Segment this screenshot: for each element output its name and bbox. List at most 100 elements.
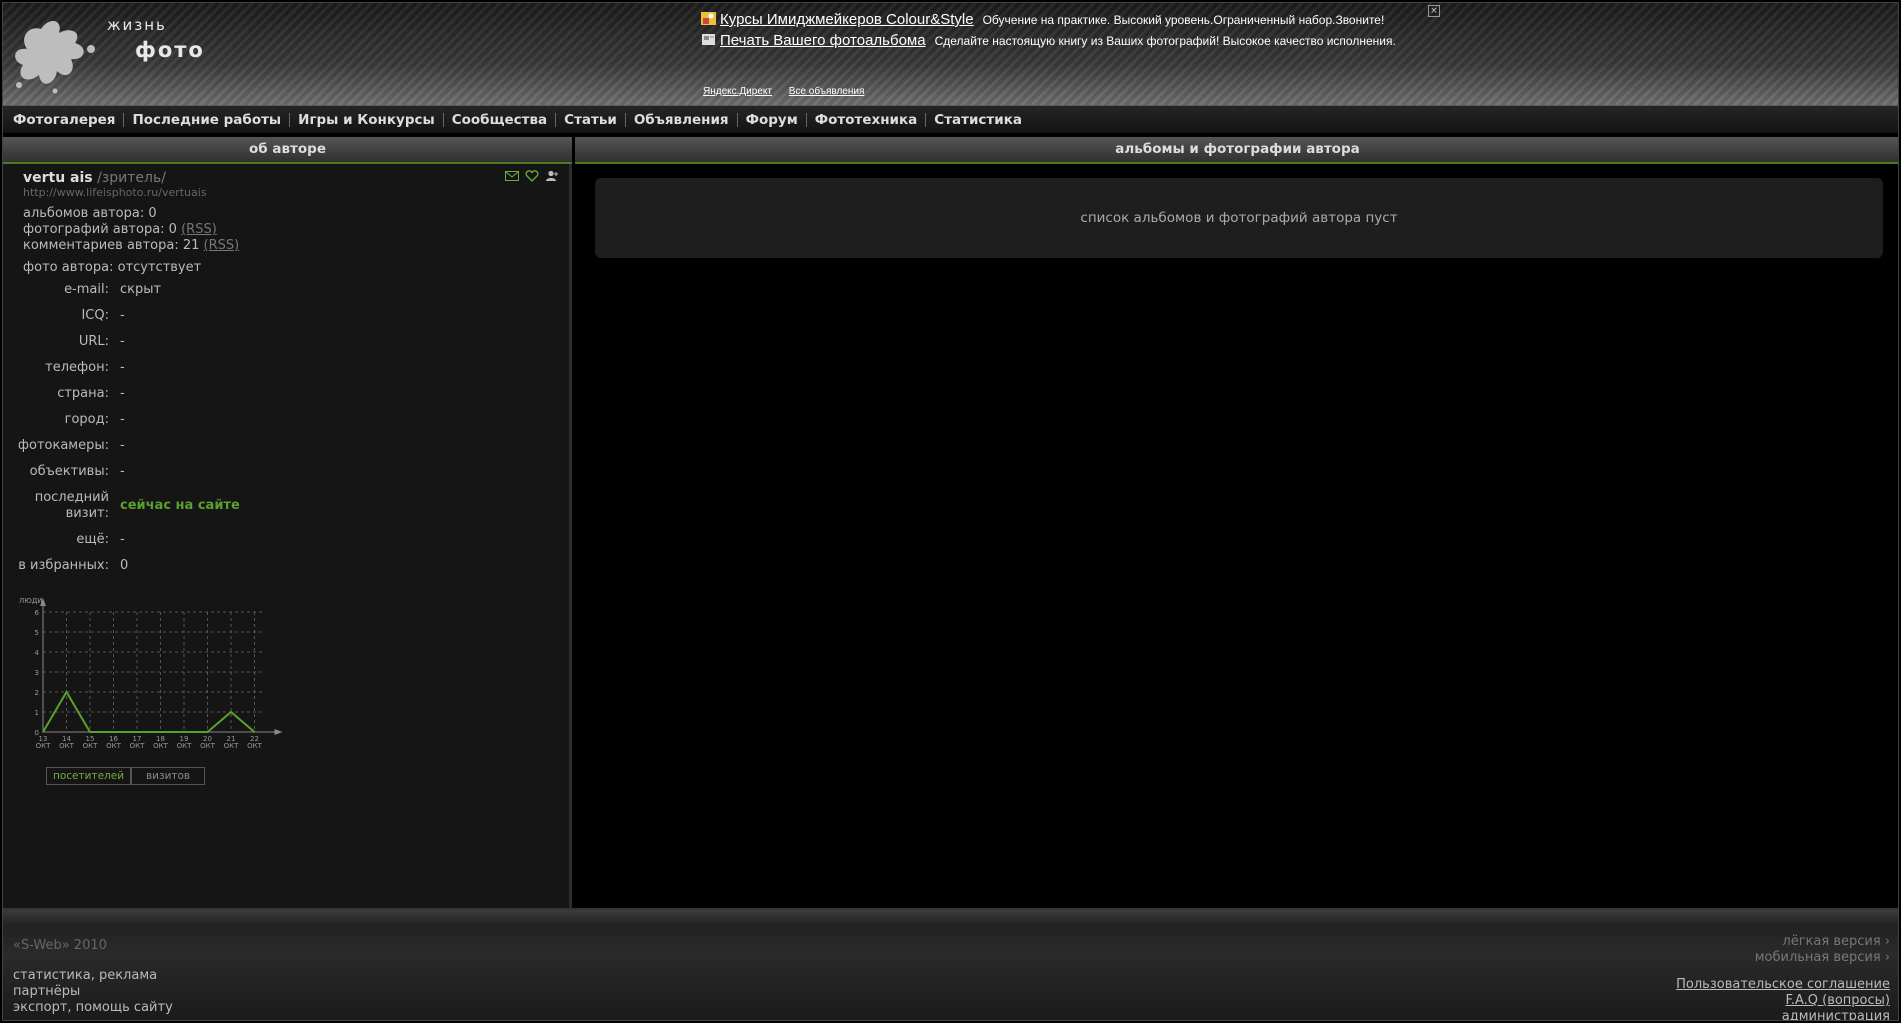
data-point xyxy=(159,731,162,733)
comments-count: комментариев автора: 21 xyxy=(23,238,200,253)
comments-rss-link[interactable]: (RSS) xyxy=(204,238,240,253)
field-label: последний визит: xyxy=(34,490,109,521)
nav-item-articles[interactable]: Статьи xyxy=(564,112,617,128)
tab-visitors[interactable]: посетителей xyxy=(46,767,132,785)
field-label: URL: xyxy=(78,334,109,349)
user-name[interactable]: vertu ais xyxy=(23,170,93,186)
header: жизнь фото Курсы Имиджмейкеров Colour&St… xyxy=(3,3,1898,105)
data-point xyxy=(206,731,209,733)
ad-text: Обучение на практике. Высокий уровень.Ог… xyxy=(982,13,1385,27)
x-tick-label: ОКТ xyxy=(177,742,192,750)
nav-item-ads[interactable]: Объявления xyxy=(634,112,729,128)
footer-links: статистика, реклама партнёры экспорт, по… xyxy=(13,968,173,1016)
author-panel: vertu ais /зритель/ http://www.lifeispho… xyxy=(3,164,572,908)
x-tick-label: ОКТ xyxy=(200,742,215,750)
user-name-line: vertu ais /зритель/ xyxy=(23,170,166,186)
nav-separator xyxy=(925,112,927,127)
administration-link[interactable]: администрация xyxy=(1676,1009,1890,1020)
nav-separator xyxy=(123,112,125,127)
ad-title-link[interactable]: Курсы Имиджмейкеров Colour&Style xyxy=(720,11,974,28)
field-value: 0 xyxy=(120,558,129,573)
field-value: - xyxy=(120,386,125,401)
albums-heading: альбомы и фотографии автора xyxy=(575,137,1898,164)
field-label: ещё: xyxy=(76,532,109,547)
ad-block: Курсы Имиджмейкеров Colour&Style Обучени… xyxy=(701,11,1461,53)
all-ads-link[interactable]: Все объявления xyxy=(789,86,865,97)
y-tick-label: 2 xyxy=(35,689,39,697)
empty-albums-message: список альбомов и фотографий автора пуст xyxy=(595,178,1883,258)
nav-separator xyxy=(736,112,738,127)
field-value: - xyxy=(120,360,125,375)
footer-link-export[interactable]: экспорт, помощь сайту xyxy=(13,1000,173,1016)
nav-separator xyxy=(555,112,557,127)
photos-count: фотографий автора: 0 xyxy=(23,222,177,237)
logo-text-bottom: фото xyxy=(135,38,205,62)
ad-row: Курсы Имиджмейкеров Colour&Style Обучени… xyxy=(701,11,1461,32)
ad-title-link[interactable]: Печать Вашего фотоальбома xyxy=(720,32,926,49)
chart-tabs: посетителей визитов xyxy=(46,767,206,785)
x-tick-label: ОКТ xyxy=(130,742,145,750)
user-actions xyxy=(505,170,559,182)
y-tick-label: 5 xyxy=(35,629,39,637)
nav-item-forum[interactable]: Форум xyxy=(746,112,798,128)
nav-item-stats[interactable]: Статистика xyxy=(934,112,1022,128)
data-point xyxy=(65,691,68,693)
footer-right: лёгкая версия › мобильная версия › Польз… xyxy=(1676,934,1890,1020)
data-point xyxy=(42,731,44,733)
footer-link-stats[interactable]: статистика, реклама xyxy=(13,968,173,984)
field-label: фотокамеры: xyxy=(17,438,109,453)
field-label: телефон: xyxy=(45,360,109,375)
logo[interactable]: жизнь фото xyxy=(11,11,231,99)
field-label: ICQ: xyxy=(81,308,109,323)
photos-rss-link[interactable]: (RSS) xyxy=(181,222,217,237)
faq-link[interactable]: F.A.Q (вопросы) xyxy=(1676,993,1890,1009)
data-point xyxy=(230,711,232,713)
visitors-chart: 012345613ОКТ14ОКТ15ОКТ16ОКТ17ОКТ18ОКТ19О… xyxy=(19,597,283,750)
y-axis-label: ЛЮДИ xyxy=(19,597,43,605)
heart-icon[interactable] xyxy=(525,170,539,182)
y-tick-label: 1 xyxy=(35,709,39,717)
field-label: страна: xyxy=(57,386,109,401)
lite-version-link[interactable]: лёгкая версия › xyxy=(1676,934,1890,950)
footer-bar xyxy=(3,910,1898,924)
field-value: - xyxy=(120,438,125,453)
field-value: - xyxy=(120,532,125,547)
field-label: e-mail: xyxy=(64,282,109,297)
field-label: город: xyxy=(64,412,109,427)
field-value: - xyxy=(120,308,125,323)
field-last-visit: последний визит: сейчас на сайте xyxy=(11,490,431,522)
copyright: «S-Web» 2010 xyxy=(13,938,107,953)
footer-link-partners[interactable]: партнёры xyxy=(13,984,173,1000)
x-tick-label: ОКТ xyxy=(153,742,168,750)
nav-item-gallery[interactable]: Фотогалерея xyxy=(13,112,115,128)
x-tick-label: ОКТ xyxy=(36,742,51,750)
x-tick-label: ОКТ xyxy=(59,742,74,750)
yandex-direct-link[interactable]: Яндекс.Директ xyxy=(703,86,772,97)
mail-icon[interactable] xyxy=(505,170,519,182)
ad-icon xyxy=(701,12,716,25)
field-label: в избранных: xyxy=(18,558,109,573)
user-role: /зритель/ xyxy=(97,170,166,186)
x-tick-label: ОКТ xyxy=(83,742,98,750)
close-icon[interactable]: × xyxy=(1428,5,1440,17)
nav-item-communities[interactable]: Сообщества xyxy=(452,112,547,128)
nav-separator xyxy=(805,112,807,127)
nav-separator xyxy=(624,112,626,127)
x-axis-arrow xyxy=(274,729,283,735)
about-author-heading: об авторе xyxy=(3,137,572,164)
nav-item-games[interactable]: Игры и Конкурсы xyxy=(298,112,435,128)
add-user-icon[interactable] xyxy=(545,170,559,182)
user-url[interactable]: http://www.lifeisphoto.ru/vertuais xyxy=(23,186,207,199)
mobile-version-link[interactable]: мобильная версия › xyxy=(1676,950,1890,966)
nav-separator xyxy=(289,112,291,127)
data-point xyxy=(136,731,138,733)
online-status: сейчас на сайте xyxy=(120,498,240,513)
user-agreement-link[interactable]: Пользовательское соглашение xyxy=(1676,977,1890,993)
tab-visits[interactable]: визитов xyxy=(131,767,206,785)
ad-book-icon xyxy=(702,34,715,45)
nav-item-latest[interactable]: Последние работы xyxy=(132,112,281,128)
field-value: - xyxy=(120,334,125,349)
nav-item-equipment[interactable]: Фототехника xyxy=(815,112,918,128)
logo-text-top: жизнь xyxy=(107,16,167,34)
